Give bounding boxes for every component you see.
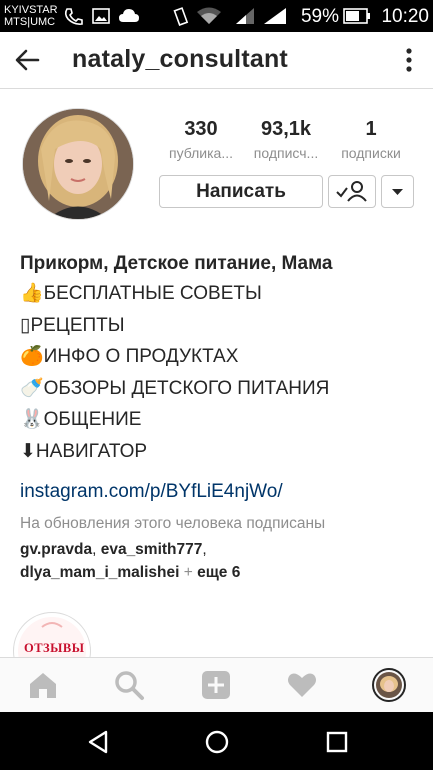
bottom-tab-bar [0,657,433,713]
clock: 10:20 [381,6,429,27]
bio-line: 👍БЕСПЛАТНЫЕ СОВЕТЫ [20,283,262,304]
stat-following[interactable]: 1 подписки [321,118,421,161]
carrier-info: KYIVSTAR MTS|UMC [4,4,58,28]
bio-line: 🍊ИНФО О ПРОДУКТАХ [20,346,239,367]
separator: , [202,541,207,558]
signal-2-icon [264,8,286,24]
stat-following-value: 1 [365,118,377,140]
status-bar: KYIVSTAR MTS|UMC 59% 10:20 [0,0,433,32]
separator: , [92,541,101,558]
vibrate-icon [173,7,189,26]
battery-icon [343,8,370,24]
battery-percent: 59% [300,6,339,27]
more-options-icon[interactable] [399,46,419,74]
bio-line: 🐰ОБЩЕНИЕ [20,409,142,430]
profile-photo [23,109,133,219]
bio-line: ▯РЕЦЕПТЫ [20,314,125,336]
more-followers-link[interactable]: еще 6 [197,564,240,581]
heart-icon[interactable] [285,668,319,702]
person-check-icon [336,181,367,202]
followed-by-header: На обновления этого человека подписаны [20,515,326,532]
bio-link[interactable]: instagram.com/p/BYfLiE4njWo/ [20,481,283,503]
home-icon[interactable] [26,668,60,702]
nav-recents-icon[interactable] [323,728,351,756]
bio-line: 🍼ОБЗОРЫ ДЕТСКОГО ПИТАНИЯ [20,377,330,399]
profile-tab-avatar[interactable] [372,668,406,702]
stat-following-label: подписки [341,145,401,161]
carrier-2: MTS|UMC [4,16,56,28]
follower-name[interactable]: eva_smith777 [101,541,203,558]
nav-back-icon[interactable] [84,728,112,756]
add-icon[interactable] [199,668,233,702]
system-nav-bar [0,712,433,770]
carrier-1: KYIVSTAR [4,4,58,16]
bio: Прикорм, Детское питание, Мама 👍БЕСПЛАТН… [20,250,420,467]
back-arrow-icon[interactable] [14,46,42,74]
app-bar: nataly_consultant [0,32,433,89]
highlight-label: ОТЗЫВЫ [24,641,85,655]
bio-full-name: Прикорм, Детское питание, Мама [20,253,333,274]
phone-icon [64,8,83,25]
wifi-icon [197,7,221,24]
followed-by-list[interactable]: gv.pravda, eva_smith777, dlya_mam_i_mali… [20,538,420,584]
message-button[interactable]: Написать [159,175,323,208]
cloud-icon [119,9,139,22]
follower-name[interactable]: gv.pravda [20,541,92,558]
following-button[interactable] [328,175,376,208]
search-icon[interactable] [112,668,146,702]
nav-home-icon[interactable] [203,728,231,756]
plus-sign: + [179,564,198,581]
follower-name[interactable]: dlya_mam_i_malishei [20,564,179,581]
profile-username: nataly_consultant [72,45,288,73]
caret-down-icon [392,189,403,195]
image-icon [92,8,110,24]
profile-avatar[interactable] [22,108,134,220]
signal-1-icon [236,8,254,24]
bio-line: ⬇НАВИГАТОР [20,440,148,462]
suggestions-dropdown-button[interactable] [381,175,414,208]
